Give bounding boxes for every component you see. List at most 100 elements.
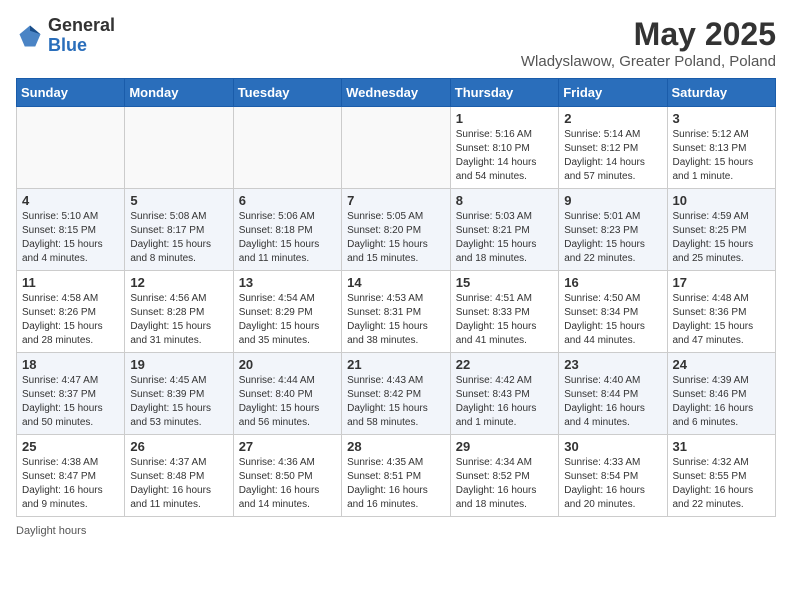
calendar-week-5: 25 Sunrise: 4:38 AM Sunset: 8:47 PM Dayli… xyxy=(17,435,776,517)
day-number: 5 xyxy=(130,193,227,208)
day-number: 22 xyxy=(456,357,553,372)
day-info: Sunrise: 5:14 AM Sunset: 8:12 PM Dayligh… xyxy=(564,128,661,184)
calendar-cell: 25 Sunrise: 4:38 AM Sunset: 8:47 PM Dayli… xyxy=(17,435,125,517)
calendar-cell: 19 Sunrise: 4:45 AM Sunset: 8:39 PM Dayli… xyxy=(125,353,233,435)
day-info: Sunrise: 4:45 AM Sunset: 8:39 PM Dayligh… xyxy=(130,374,227,430)
day-number: 26 xyxy=(130,439,227,454)
col-header-friday: Friday xyxy=(559,79,667,107)
day-number: 30 xyxy=(564,439,661,454)
calendar-cell: 11Sunrise: 4:58 AM Sunset: 8:26 PM Dayli… xyxy=(17,271,125,353)
calendar-cell: 12Sunrise: 4:56 AM Sunset: 8:28 PM Dayli… xyxy=(125,271,233,353)
calendar-cell: 26 Sunrise: 4:37 AM Sunset: 8:48 PM Dayli… xyxy=(125,435,233,517)
day-number: 19 xyxy=(130,357,227,372)
calendar-cell: 23Sunrise: 4:40 AM Sunset: 8:44 PM Dayli… xyxy=(559,353,667,435)
calendar-cell: 8Sunrise: 5:03 AM Sunset: 8:21 PM Daylig… xyxy=(450,189,558,271)
calendar-cell: 10 Sunrise: 4:59 AM Sunset: 8:25 PM Dayli… xyxy=(667,189,776,271)
day-info: Sunrise: 5:16 AM Sunset: 8:10 PM Dayligh… xyxy=(456,128,553,184)
day-info: Sunrise: 4:32 AM Sunset: 8:55 PM Dayligh… xyxy=(673,456,771,512)
calendar-cell: 31Sunrise: 4:32 AM Sunset: 8:55 PM Dayli… xyxy=(667,435,776,517)
col-header-monday: Monday xyxy=(125,79,233,107)
calendar-cell: 14Sunrise: 4:53 AM Sunset: 8:31 PM Dayli… xyxy=(342,271,451,353)
day-number: 7 xyxy=(347,193,445,208)
logo-icon xyxy=(16,22,44,50)
day-number: 12 xyxy=(130,275,227,290)
day-info: Sunrise: 4:38 AM Sunset: 8:47 PM Dayligh… xyxy=(22,456,119,512)
logo-blue-text: Blue xyxy=(48,36,115,56)
day-info: Sunrise: 5:06 AM Sunset: 8:18 PM Dayligh… xyxy=(239,210,336,266)
calendar-cell: 6 Sunrise: 5:06 AM Sunset: 8:18 PM Daylig… xyxy=(233,189,341,271)
calendar-cell: 2 Sunrise: 5:14 AM Sunset: 8:12 PM Daylig… xyxy=(559,107,667,189)
day-number: 24 xyxy=(673,357,771,372)
day-number: 21 xyxy=(347,357,445,372)
month-title: May 2025 xyxy=(521,16,776,53)
calendar-cell: 9Sunrise: 5:01 AM Sunset: 8:23 PM Daylig… xyxy=(559,189,667,271)
day-number: 16 xyxy=(564,275,661,290)
day-info: Sunrise: 4:35 AM Sunset: 8:51 PM Dayligh… xyxy=(347,456,445,512)
calendar-cell: 28 Sunrise: 4:35 AM Sunset: 8:51 PM Dayli… xyxy=(342,435,451,517)
logo-text: General Blue xyxy=(48,16,115,56)
calendar-cell: 4 Sunrise: 5:10 AM Sunset: 8:15 PM Daylig… xyxy=(17,189,125,271)
calendar-cell: 1 Sunrise: 5:16 AM Sunset: 8:10 PM Daylig… xyxy=(450,107,558,189)
calendar-cell xyxy=(233,107,341,189)
day-number: 2 xyxy=(564,111,661,126)
day-number: 15 xyxy=(456,275,553,290)
daylight-hours-label: Daylight hours xyxy=(16,525,86,537)
calendar-week-2: 4 Sunrise: 5:10 AM Sunset: 8:15 PM Daylig… xyxy=(17,189,776,271)
day-info: Sunrise: 5:05 AM Sunset: 8:20 PM Dayligh… xyxy=(347,210,445,266)
footer: Daylight hours xyxy=(16,525,776,537)
calendar-week-4: 18 Sunrise: 4:47 AM Sunset: 8:37 PM Dayli… xyxy=(17,353,776,435)
calendar-week-1: 1 Sunrise: 5:16 AM Sunset: 8:10 PM Daylig… xyxy=(17,107,776,189)
calendar-cell: 16Sunrise: 4:50 AM Sunset: 8:34 PM Dayli… xyxy=(559,271,667,353)
calendar-cell: 20 Sunrise: 4:44 AM Sunset: 8:40 PM Dayli… xyxy=(233,353,341,435)
day-number: 4 xyxy=(22,193,119,208)
day-info: Sunrise: 4:40 AM Sunset: 8:44 PM Dayligh… xyxy=(564,374,661,430)
calendar-cell: 13Sunrise: 4:54 AM Sunset: 8:29 PM Dayli… xyxy=(233,271,341,353)
location-title: Wladyslawow, Greater Poland, Poland xyxy=(521,53,776,70)
page-header: General Blue May 2025 Wladyslawow, Great… xyxy=(16,16,776,70)
calendar-cell: 24Sunrise: 4:39 AM Sunset: 8:46 PM Dayli… xyxy=(667,353,776,435)
calendar-cell: 17 Sunrise: 4:48 AM Sunset: 8:36 PM Dayli… xyxy=(667,271,776,353)
day-number: 27 xyxy=(239,439,336,454)
day-info: Sunrise: 5:10 AM Sunset: 8:15 PM Dayligh… xyxy=(22,210,119,266)
day-number: 28 xyxy=(347,439,445,454)
calendar-cell: 27 Sunrise: 4:36 AM Sunset: 8:50 PM Dayli… xyxy=(233,435,341,517)
calendar-table: SundayMondayTuesdayWednesdayThursdayFrid… xyxy=(16,78,776,517)
day-info: Sunrise: 4:44 AM Sunset: 8:40 PM Dayligh… xyxy=(239,374,336,430)
col-header-thursday: Thursday xyxy=(450,79,558,107)
day-info: Sunrise: 4:51 AM Sunset: 8:33 PM Dayligh… xyxy=(456,292,553,348)
day-info: Sunrise: 4:36 AM Sunset: 8:50 PM Dayligh… xyxy=(239,456,336,512)
day-number: 17 xyxy=(673,275,771,290)
day-info: Sunrise: 4:54 AM Sunset: 8:29 PM Dayligh… xyxy=(239,292,336,348)
col-header-sunday: Sunday xyxy=(17,79,125,107)
calendar-cell xyxy=(125,107,233,189)
day-info: Sunrise: 4:59 AM Sunset: 8:25 PM Dayligh… xyxy=(673,210,771,266)
day-info: Sunrise: 5:03 AM Sunset: 8:21 PM Dayligh… xyxy=(456,210,553,266)
day-info: Sunrise: 4:43 AM Sunset: 8:42 PM Dayligh… xyxy=(347,374,445,430)
calendar-cell xyxy=(342,107,451,189)
day-number: 1 xyxy=(456,111,553,126)
calendar-cell: 29Sunrise: 4:34 AM Sunset: 8:52 PM Dayli… xyxy=(450,435,558,517)
day-info: Sunrise: 4:48 AM Sunset: 8:36 PM Dayligh… xyxy=(673,292,771,348)
day-info: Sunrise: 4:58 AM Sunset: 8:26 PM Dayligh… xyxy=(22,292,119,348)
calendar-cell: 7 Sunrise: 5:05 AM Sunset: 8:20 PM Daylig… xyxy=(342,189,451,271)
day-info: Sunrise: 4:47 AM Sunset: 8:37 PM Dayligh… xyxy=(22,374,119,430)
logo: General Blue xyxy=(16,16,115,56)
day-number: 25 xyxy=(22,439,119,454)
day-info: Sunrise: 4:53 AM Sunset: 8:31 PM Dayligh… xyxy=(347,292,445,348)
day-number: 9 xyxy=(564,193,661,208)
day-number: 10 xyxy=(673,193,771,208)
day-number: 20 xyxy=(239,357,336,372)
calendar-cell: 30Sunrise: 4:33 AM Sunset: 8:54 PM Dayli… xyxy=(559,435,667,517)
day-number: 6 xyxy=(239,193,336,208)
calendar-cell: 3 Sunrise: 5:12 AM Sunset: 8:13 PM Daylig… xyxy=(667,107,776,189)
day-number: 3 xyxy=(673,111,771,126)
calendar-header-row: SundayMondayTuesdayWednesdayThursdayFrid… xyxy=(17,79,776,107)
title-block: May 2025 Wladyslawow, Greater Poland, Po… xyxy=(521,16,776,70)
calendar-cell: 15 Sunrise: 4:51 AM Sunset: 8:33 PM Dayli… xyxy=(450,271,558,353)
day-number: 18 xyxy=(22,357,119,372)
day-info: Sunrise: 4:37 AM Sunset: 8:48 PM Dayligh… xyxy=(130,456,227,512)
calendar-cell: 5Sunrise: 5:08 AM Sunset: 8:17 PM Daylig… xyxy=(125,189,233,271)
day-info: Sunrise: 4:34 AM Sunset: 8:52 PM Dayligh… xyxy=(456,456,553,512)
calendar-cell: 18 Sunrise: 4:47 AM Sunset: 8:37 PM Dayli… xyxy=(17,353,125,435)
day-info: Sunrise: 5:12 AM Sunset: 8:13 PM Dayligh… xyxy=(673,128,771,184)
